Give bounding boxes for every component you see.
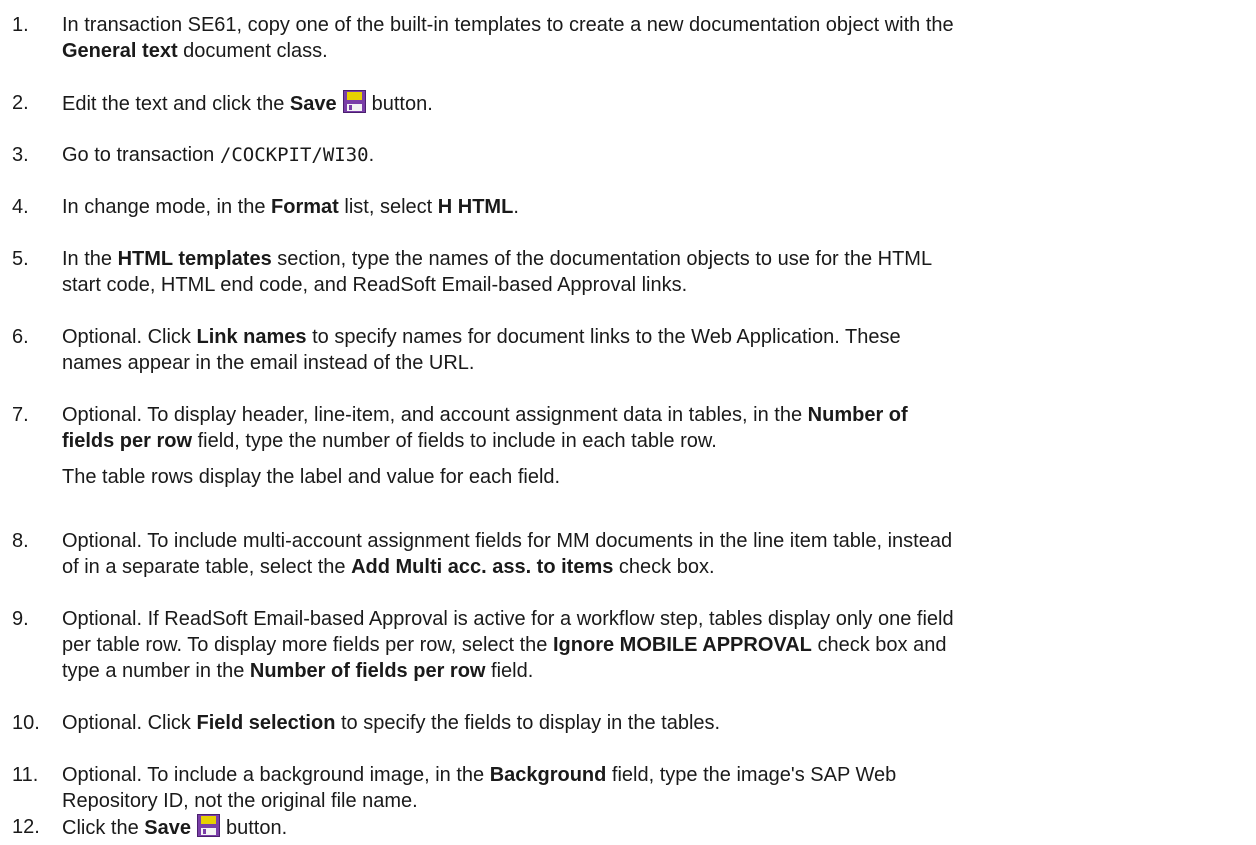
ui-term: HTML templates [117, 248, 272, 270]
step-line: In the HTML templates section, type the … [62, 248, 933, 270]
step-text: Optional. Click Field selection to speci… [62, 710, 1246, 736]
step-text: In transaction SE61, copy one of the bui… [62, 12, 1246, 64]
step-line: Optional. If ReadSoft Email-based Approv… [62, 608, 954, 630]
ui-term: Save [144, 817, 191, 839]
step-line: Optional. To include multi-account assig… [62, 530, 953, 552]
ui-term: Add Multi acc. ass. to items [351, 556, 614, 578]
step-number: 6. [12, 326, 29, 348]
step-number: 1. [12, 14, 29, 36]
step-line: start code, HTML end code, and ReadSoft … [62, 274, 688, 296]
ui-term: Number of [807, 404, 908, 426]
step-text: Go to transaction /COCKPIT/WI30. [62, 142, 1246, 168]
step-text: Optional. To include a background image,… [62, 762, 1246, 814]
step-line: General text document class. [62, 40, 328, 62]
step-number: 3. [12, 144, 29, 166]
step-note: The table rows display the label and val… [62, 466, 561, 488]
ui-term: Background [489, 764, 607, 786]
save-floppy-icon [342, 90, 366, 113]
step-line: Optional. Click Link names to specify na… [62, 326, 901, 348]
step-line: Click the Save button. [62, 814, 1246, 841]
step-line: type a number in the Number of fields pe… [62, 660, 534, 682]
step-number: 10. [12, 712, 40, 734]
ui-term: Ignore MOBILE APPROVAL [553, 634, 812, 656]
step-line: Go to transaction /COCKPIT/WI30. [62, 144, 375, 166]
step-line: Repository ID, not the original file nam… [62, 790, 418, 812]
step-text: Edit the text and click the Save button. [62, 90, 1246, 117]
step-number: 5. [12, 248, 29, 270]
step-text: Optional. Click Link names to specify na… [62, 324, 1246, 376]
step-number: 8. [12, 530, 29, 552]
step-line: Optional. To display header, line-item, … [62, 404, 908, 426]
step-number: 9. [12, 608, 29, 630]
ui-term: Link names [196, 326, 307, 348]
step-line: Optional. To include a background image,… [62, 764, 897, 786]
transaction-code: /COCKPIT/WI30 [219, 144, 369, 166]
step-text: Optional. To include multi-account assig… [62, 528, 1246, 580]
step-text: In the HTML templates section, type the … [62, 246, 1246, 298]
step-text: Click the Save button. [62, 814, 1246, 841]
step-line: In change mode, in the Format list, sele… [62, 196, 519, 218]
step-text: Optional. To display header, line-item, … [62, 402, 1246, 454]
step-number: 12. [12, 816, 40, 838]
ui-term: H HTML [437, 196, 514, 218]
step-number: 11. [12, 764, 39, 786]
step-line: Optional. Click Field selection to speci… [62, 712, 721, 734]
ui-term: General text [62, 40, 178, 62]
step-line: names appear in the email instead of the… [62, 352, 475, 374]
ui-term: Field selection [196, 712, 336, 734]
ui-term: Number of fields per row [249, 660, 486, 682]
save-floppy-icon [196, 814, 220, 837]
step-line: Edit the text and click the Save button. [62, 90, 1246, 117]
ui-term: Format [271, 196, 339, 218]
step-line: per table row. To display more fields pe… [62, 634, 947, 656]
ui-term: fields per row [62, 430, 193, 452]
step-text: In change mode, in the Format list, sele… [62, 194, 1246, 220]
step-number: 2. [12, 92, 29, 114]
ui-term: Save [289, 93, 337, 115]
step-text: Optional. If ReadSoft Email-based Approv… [62, 606, 1246, 684]
step-line: fields per row field, type the number of… [62, 430, 717, 452]
step-line: In transaction SE61, copy one of the bui… [62, 14, 954, 36]
step-number: 7. [12, 404, 29, 426]
step-number: 4. [12, 196, 29, 218]
step-line: of in a separate table, select the Add M… [62, 556, 715, 578]
